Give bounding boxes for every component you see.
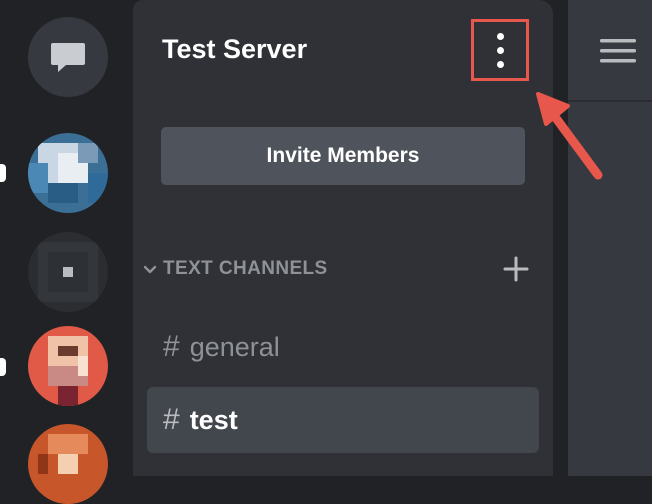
server-icon[interactable]: [28, 326, 108, 406]
chevron-down-icon: [143, 265, 157, 274]
server-icon[interactable]: [28, 424, 108, 504]
plus-icon[interactable]: [501, 254, 531, 284]
category-label: TEXT CHANNELS: [163, 258, 328, 279]
server-name[interactable]: Test Server: [162, 34, 307, 65]
server-list: [0, 0, 133, 504]
invite-members-button[interactable]: Invite Members: [161, 127, 525, 185]
unread-indicator: [0, 358, 6, 376]
hash-icon: #: [163, 330, 180, 363]
vertical-ellipsis-icon: [496, 32, 504, 40]
server-menu-button[interactable]: [471, 19, 529, 81]
server-icon[interactable]: [28, 232, 108, 312]
channel-name: general: [189, 331, 280, 362]
server-icon[interactable]: [28, 133, 108, 213]
channel-sidebar: Test Server Invite Members TEXT CHANNELS…: [133, 0, 553, 476]
text-channels-category[interactable]: TEXT CHANNELS: [139, 252, 531, 286]
direct-messages-button[interactable]: [28, 17, 108, 97]
hamburger-icon[interactable]: [600, 38, 636, 64]
channel-name: test: [189, 404, 238, 435]
chat-header: [568, 0, 652, 102]
hash-icon: #: [163, 403, 180, 436]
vertical-ellipsis-icon: [496, 60, 504, 68]
chat-panel: [568, 0, 652, 476]
chat-bubble-icon: [51, 43, 85, 72]
unread-indicator: [0, 164, 6, 182]
vertical-ellipsis-icon: [496, 46, 504, 54]
channel-item-test[interactable]: # test: [147, 387, 539, 453]
channel-item-general[interactable]: # general: [147, 314, 539, 380]
